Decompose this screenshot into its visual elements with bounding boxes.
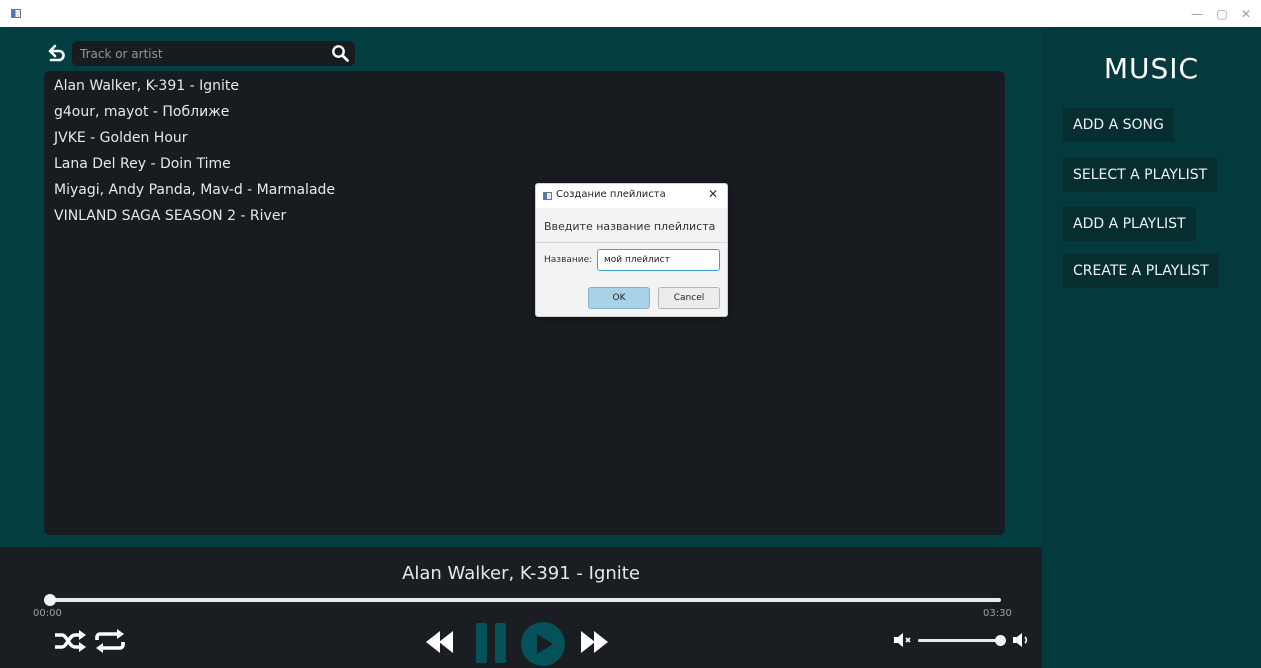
progress-thumb[interactable] (44, 594, 56, 606)
now-playing-title: Alan Walker, K-391 - Ignite (402, 563, 640, 584)
progress-bar[interactable] (50, 598, 1001, 602)
add-playlist-button[interactable]: ADD A PLAYLIST (1063, 207, 1196, 241)
playlist-name-input[interactable] (597, 249, 720, 271)
list-item[interactable]: JVKE - Golden Hour (54, 127, 188, 149)
dialog-header-text: Введите название плейлиста (544, 220, 716, 233)
search-input[interactable] (80, 44, 320, 63)
create-playlist-button[interactable]: CREATE A PLAYLIST (1063, 254, 1219, 288)
playlist-name-label: Название: (544, 255, 593, 265)
rewind-icon[interactable] (422, 627, 458, 657)
minimize-icon[interactable]: — (1187, 5, 1207, 23)
restore-icon[interactable]: ▢ (1212, 5, 1232, 23)
ok-button[interactable]: OK (588, 287, 650, 309)
fast-forward-icon[interactable] (577, 627, 613, 657)
track-list[interactable]: Alan Walker, K-391 - Ignite g4our, mayot… (44, 71, 1005, 535)
shuffle-icon[interactable] (53, 630, 87, 652)
repeat-icon[interactable] (93, 628, 127, 654)
total-time: 03:30 (983, 608, 1012, 619)
list-item[interactable]: VINLAND SAGA SEASON 2 - River (54, 205, 286, 227)
close-icon[interactable]: ✕ (1236, 5, 1256, 23)
list-item[interactable]: g4our, mayot - Поближе (54, 101, 229, 123)
select-playlist-button[interactable]: SELECT A PLAYLIST (1063, 158, 1218, 192)
list-item[interactable]: Lana Del Rey - Doin Time (54, 153, 231, 175)
play-icon[interactable] (520, 621, 566, 667)
add-song-button[interactable]: ADD A SONG (1063, 108, 1174, 142)
dialog-window-icon (543, 192, 552, 200)
dialog-close-icon[interactable]: ✕ (708, 187, 718, 201)
dialog-title: Создание плейлиста (556, 189, 666, 200)
dialog-titlebar: Создание плейлиста ✕ (536, 184, 727, 208)
volume-slider[interactable] (918, 639, 1004, 642)
create-playlist-dialog: Создание плейлиста ✕ Введите название пл… (535, 183, 728, 317)
volume-up-icon[interactable] (1012, 632, 1032, 648)
pause-icon[interactable] (474, 621, 514, 665)
app-window-icon (11, 9, 21, 18)
back-arrow-icon[interactable] (45, 42, 67, 64)
current-time: 00:00 (33, 608, 62, 619)
window-titlebar: — ▢ ✕ (0, 0, 1261, 27)
sidebar-title: MUSIC (1103, 52, 1200, 85)
list-item[interactable]: Alan Walker, K-391 - Ignite (54, 75, 239, 97)
search-icon[interactable] (331, 44, 350, 63)
cancel-button[interactable]: Cancel (658, 287, 720, 309)
list-item[interactable]: Miyagi, Andy Panda, Mav-d - Marmalade (54, 179, 335, 201)
mute-icon[interactable] (893, 632, 913, 648)
search-bar (72, 41, 355, 66)
volume-thumb[interactable] (994, 635, 1006, 646)
dialog-header: Введите название плейлиста (536, 210, 727, 243)
